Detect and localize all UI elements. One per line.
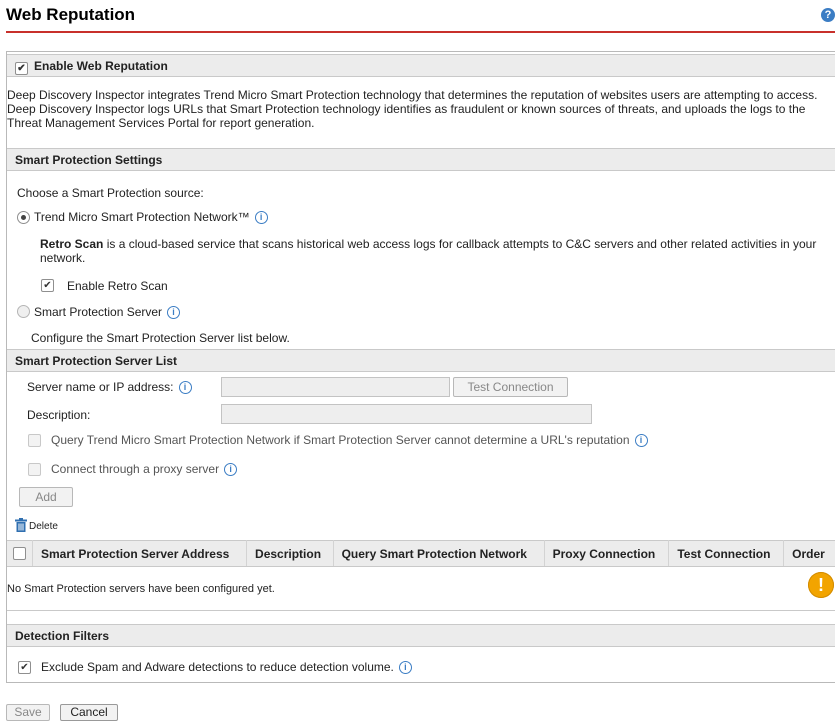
select-all-cell [7,540,33,567]
proxy-checkbox[interactable] [28,463,41,476]
source-network-option[interactable]: Trend Micro Smart Protection Network™ i [34,210,268,225]
source-network-label: Trend Micro Smart Protection Network™ [34,210,250,224]
col-order[interactable]: Order [783,540,835,567]
source-network-radio[interactable] [17,211,30,224]
retro-scan-text: is a cloud-based service that scans hist… [40,237,817,265]
server-table: Smart Protection Server Address Descript… [7,540,835,567]
description-label: Description: [27,408,91,422]
source-server-option[interactable]: Smart Protection Server i [34,305,181,320]
server-list-header: Smart Protection Server List [7,349,835,372]
enable-retro-scan-label: Enable Retro Scan [67,279,168,293]
exclude-spam-checkbox[interactable]: ✔ [18,661,31,674]
delete-link[interactable]: Delete [29,521,58,532]
trash-icon[interactable] [15,518,27,532]
query-network-checkbox[interactable] [28,434,41,447]
table-header-row: Smart Protection Server Address Descript… [7,540,835,567]
source-server-label: Smart Protection Server [34,305,163,319]
info-icon[interactable]: i [254,211,268,225]
info-icon[interactable]: i [398,661,412,675]
source-server-radio[interactable] [17,305,30,318]
empty-message: No Smart Protection servers have been co… [7,583,275,595]
info-icon[interactable]: i [178,381,192,395]
smart-protection-settings-header: Smart Protection Settings [7,148,835,171]
description-text: Deep Discovery Inspector integrates Tren… [7,88,818,130]
server-note: Configure the Smart Protection Server li… [31,331,290,345]
enable-section-header: ✔ Enable Web Reputation [7,54,835,77]
add-button[interactable]: Add [19,487,73,507]
proxy-label: Connect through a proxy server [51,462,220,476]
server-name-input[interactable] [221,377,450,397]
server-name-label: Server name or IP address: [27,380,174,394]
exclude-spam-option: Exclude Spam and Adware detections to re… [41,660,412,675]
enable-web-reputation-label: Enable Web Reputation [34,59,168,73]
col-proxy-connection[interactable]: Proxy Connection [544,540,670,567]
retro-scan-description: Retro Scan is a cloud-based service that… [40,237,820,265]
select-all-checkbox[interactable] [13,546,26,560]
col-test-connection[interactable]: Test Connection [668,540,785,567]
exclude-spam-label: Exclude Spam and Adware detections to re… [41,660,394,674]
retro-scan-bold: Retro Scan [40,237,104,251]
enable-retro-scan-checkbox[interactable]: ✔ [41,279,54,292]
col-server-address[interactable]: Smart Protection Server Address [32,540,248,567]
test-connection-button[interactable]: Test Connection [453,377,568,397]
cancel-button[interactable]: Cancel [60,704,118,721]
server-name-label-row: Server name or IP address: i [27,380,192,395]
info-icon[interactable]: i [167,306,181,320]
title-divider [6,31,835,33]
info-icon[interactable]: i [224,463,238,477]
detection-filters-header: Detection Filters [7,624,835,647]
proxy-option: Connect through a proxy server i [51,462,238,477]
col-description[interactable]: Description [246,540,334,567]
choose-source-label: Choose a Smart Protection source: [17,186,204,200]
description-input[interactable] [221,404,592,424]
query-network-label: Query Trend Micro Smart Protection Netwo… [51,433,630,447]
warning-icon: ! [808,572,834,598]
query-network-option: Query Trend Micro Smart Protection Netwo… [51,433,648,448]
enable-web-reputation-checkbox[interactable]: ✔ [15,62,28,75]
help-icon[interactable]: ? [821,8,835,22]
save-button[interactable]: Save [6,704,50,721]
page-title: Web Reputation [6,5,136,24]
info-icon[interactable]: i [634,434,648,448]
col-query-network[interactable]: Query Smart Protection Network [333,540,545,567]
table-bottom-divider [7,610,835,611]
